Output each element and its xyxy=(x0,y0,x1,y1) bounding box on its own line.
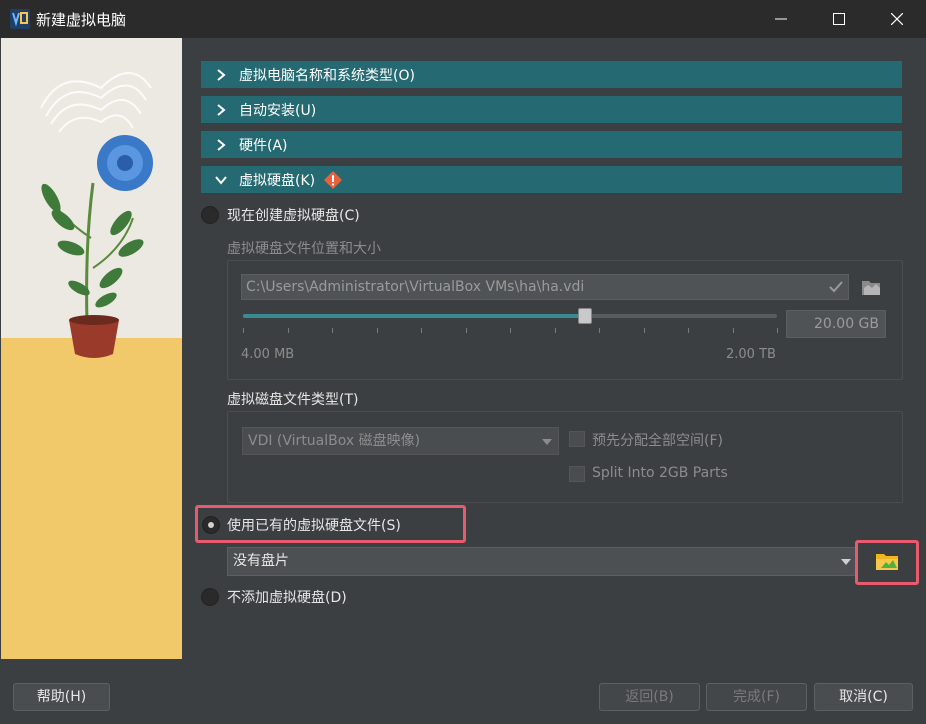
wizard-side-illustration xyxy=(1,38,182,659)
maximize-icon xyxy=(833,13,845,25)
slider-handle[interactable] xyxy=(578,308,592,324)
preallocate-checkbox[interactable] xyxy=(569,431,585,447)
file-type-group xyxy=(227,411,903,503)
folder-add-icon xyxy=(876,554,898,570)
close-icon xyxy=(891,13,903,25)
chevron-right-icon xyxy=(217,103,226,116)
slider-tick xyxy=(777,328,778,333)
chevron-right-icon xyxy=(217,138,226,151)
section-label: 自动安装(U) xyxy=(239,102,317,119)
scale-min-label: 4.00 MB xyxy=(241,347,295,362)
section-unattended-install[interactable]: 自动安装(U) xyxy=(201,96,902,123)
slider-tick xyxy=(688,328,689,333)
slider-tick xyxy=(510,328,511,333)
maximize-button[interactable] xyxy=(810,0,868,38)
disk-path-input[interactable]: C:\Users\Administrator\VirtualBox VMs\ha… xyxy=(241,274,849,300)
slider-tick xyxy=(421,328,422,333)
preallocate-label: 预先分配全部空间(F) xyxy=(592,433,723,449)
flower-pot-illustration xyxy=(1,38,182,659)
warning-icon xyxy=(324,170,343,189)
minimize-icon xyxy=(775,18,787,20)
slider-tick xyxy=(555,328,556,333)
section-label: 虚拟硬盘(K) xyxy=(239,172,316,189)
title-bar: 新建虚拟电脑 xyxy=(0,0,926,38)
slider-fill xyxy=(243,314,585,318)
chevron-right-icon xyxy=(217,68,226,81)
window-title: 新建虚拟电脑 xyxy=(36,10,127,29)
section-name-and-os[interactable]: 虚拟电脑名称和系统类型(O) xyxy=(201,61,902,88)
finish-button[interactable]: 完成(F) xyxy=(706,683,807,711)
radio-no-disk[interactable] xyxy=(201,588,219,606)
slider-tick xyxy=(733,328,734,333)
existing-disk-value: 没有盘片 xyxy=(233,553,289,569)
checkmark-icon xyxy=(829,281,843,293)
existing-disk-select[interactable]: 没有盘片 xyxy=(227,547,858,576)
cancel-button[interactable]: 取消(C) xyxy=(814,683,913,711)
radio-existing-disk[interactable] xyxy=(202,516,220,534)
slider-tick xyxy=(377,328,378,333)
slider-tick xyxy=(466,328,467,333)
radio-no-disk-label: 不添加虚拟硬盘(D) xyxy=(227,590,347,606)
slider-ticks xyxy=(243,328,778,334)
minimize-button[interactable] xyxy=(752,0,810,38)
section-label: 硬件(A) xyxy=(239,137,288,154)
slider-tick xyxy=(288,328,289,333)
scale-max-label: 2.00 TB xyxy=(726,347,776,362)
location-size-label: 虚拟硬盘文件位置和大小 xyxy=(227,241,381,257)
folder-icon[interactable] xyxy=(860,276,882,298)
split-checkbox[interactable] xyxy=(569,466,585,482)
close-button[interactable] xyxy=(868,0,926,38)
section-label: 虚拟电脑名称和系统类型(O) xyxy=(239,67,415,84)
split-label: Split Into 2GB Parts xyxy=(592,465,728,481)
chevron-down-icon xyxy=(215,175,227,185)
radio-existing-disk-label: 使用已有的虚拟硬盘文件(S) xyxy=(227,518,401,534)
disk-size-input[interactable]: 20.00 GB xyxy=(786,310,886,338)
section-hardware[interactable]: 硬件(A) xyxy=(201,131,902,158)
radio-create-disk-label: 现在创建虚拟硬盘(C) xyxy=(227,208,360,224)
disk-size-slider[interactable] xyxy=(243,314,777,318)
file-type-label: 虚拟磁盘文件类型(T) xyxy=(227,392,359,408)
section-virtual-disk[interactable]: 虚拟硬盘(K) xyxy=(201,166,902,193)
file-type-value: VDI (VirtualBox 磁盘映像) xyxy=(248,433,421,449)
slider-tick xyxy=(332,328,333,333)
file-type-select[interactable]: VDI (VirtualBox 磁盘映像) xyxy=(242,427,559,455)
chevron-down-icon xyxy=(841,559,851,565)
chevron-down-icon xyxy=(542,439,552,445)
slider-tick xyxy=(644,328,645,333)
slider-tick xyxy=(599,328,600,333)
choose-disk-file-button[interactable] xyxy=(864,546,910,576)
slider-tick xyxy=(243,328,244,333)
radio-create-disk[interactable] xyxy=(201,206,219,224)
back-button[interactable]: 返回(B) xyxy=(599,683,700,711)
virtualbox-app-icon xyxy=(10,9,30,29)
help-button[interactable]: 帮助(H) xyxy=(13,683,110,711)
